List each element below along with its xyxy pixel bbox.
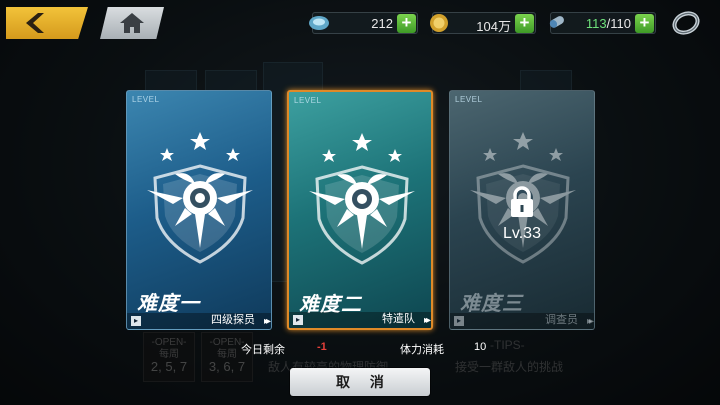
back-button[interactable]	[6, 7, 88, 39]
level-card-3[interactable]: LEVEL Lv.33 难度三 ▸ 调查员 ▸▸	[449, 90, 595, 330]
remaining-value: -1	[317, 341, 327, 353]
chevron-right-icon: ▸	[293, 315, 303, 325]
level-card-2[interactable]: LEVEL 难度二 ▸ 特遣队 ▸▸	[287, 90, 433, 330]
shield-emblem-icon	[145, 126, 255, 266]
shield-emblem-icon	[307, 127, 417, 267]
ring-icon[interactable]	[670, 8, 702, 38]
stamina-icon	[549, 16, 564, 28]
double-chevron-icon: ▸▸	[423, 315, 431, 326]
crystal-value: 212	[371, 16, 393, 31]
level-rank: 四级探员	[211, 314, 255, 326]
add-crystal-button[interactable]: +	[397, 14, 416, 33]
level-lock: Lv.33	[492, 186, 552, 243]
level-footer: ▸ 特遣队 ▸▸	[289, 312, 431, 328]
level-name: 难度三	[460, 293, 523, 315]
cancel-button[interactable]: 取 消	[290, 368, 430, 396]
stamina-cost-label: 体力消耗	[400, 344, 444, 356]
level-footer: ▸ 四级探员 ▸▸	[127, 313, 271, 329]
remaining-label: 今日剩余	[241, 344, 285, 356]
coin-counter: 104万 +	[430, 12, 536, 34]
coin-icon	[430, 14, 448, 32]
level-tag: LEVEL	[132, 95, 160, 104]
stamina-counter: 113/110 +	[549, 12, 656, 34]
chevron-right-icon: ▸	[454, 316, 464, 326]
chevron-right-icon: ▸	[131, 316, 141, 326]
home-button[interactable]	[100, 7, 164, 39]
coin-value: 104万	[476, 19, 511, 34]
double-chevron-icon: ▸▸	[263, 316, 271, 327]
level-name: 难度一	[137, 293, 200, 315]
level-footer: ▸ 调查员 ▸▸	[450, 313, 594, 329]
crystal-counter: 212 +	[309, 12, 418, 34]
stamina-cost-value: 10	[474, 341, 487, 353]
level-rank: 特遣队	[382, 313, 415, 325]
level-rank: 调查员	[545, 314, 578, 326]
level-tag: LEVEL	[294, 96, 322, 105]
level-card-1[interactable]: LEVEL 难度一 ▸ 四级探员 ▸▸	[126, 90, 272, 330]
home-icon	[120, 13, 144, 33]
add-coin-button[interactable]: +	[515, 14, 534, 33]
double-chevron-icon: ▸▸	[586, 316, 594, 327]
unlock-level: Lv.33	[503, 225, 541, 242]
crystal-icon	[309, 16, 329, 30]
stamina-value: 113/110	[585, 16, 631, 31]
lock-icon	[511, 186, 533, 217]
chevron-left-icon	[26, 13, 44, 33]
add-stamina-button[interactable]: +	[635, 14, 654, 33]
level-tag: LEVEL	[455, 95, 483, 104]
